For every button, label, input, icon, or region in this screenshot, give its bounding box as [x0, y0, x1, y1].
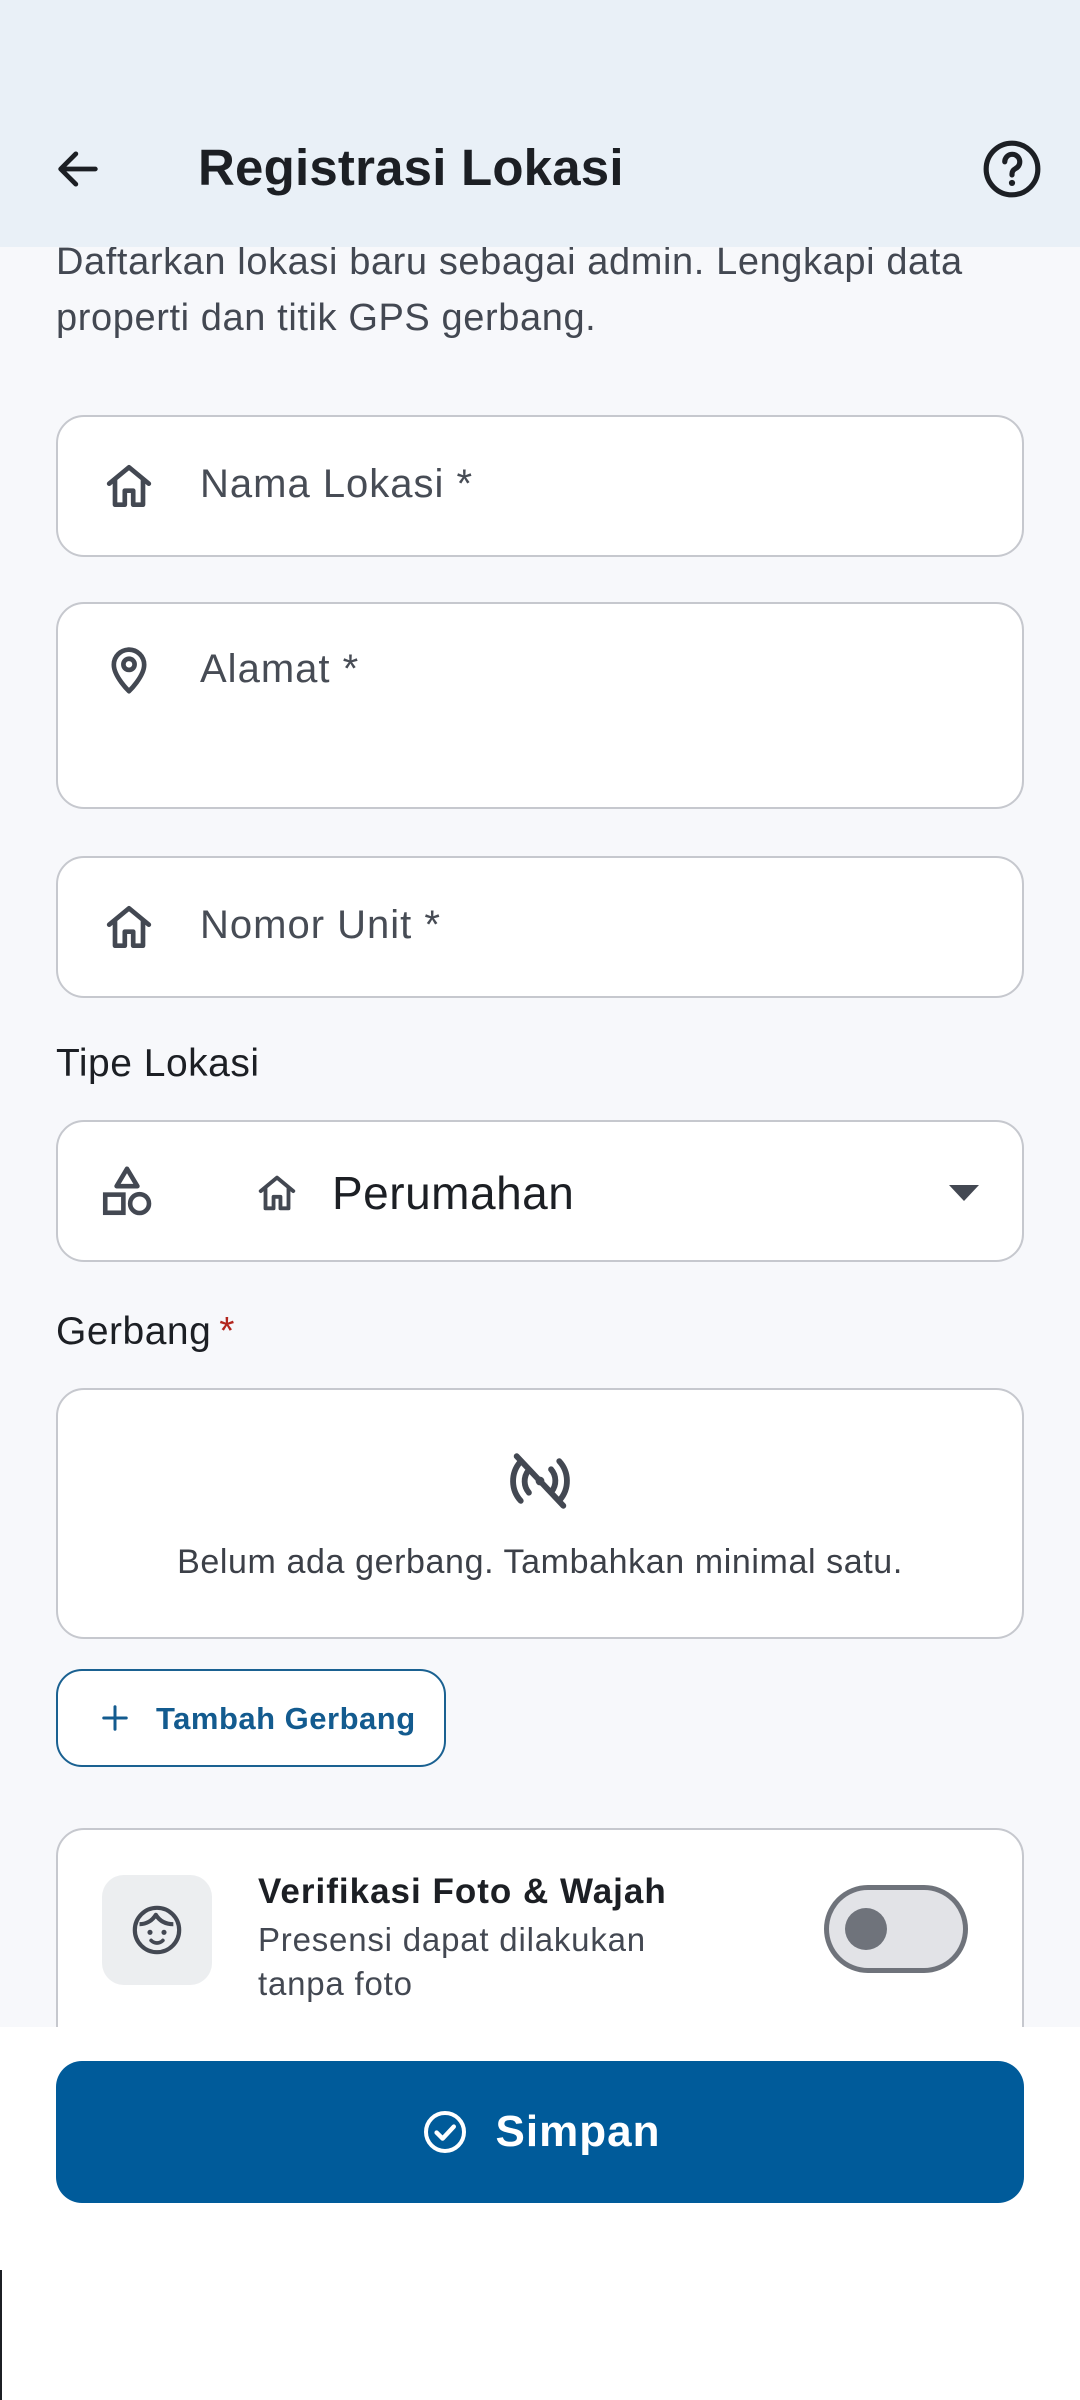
home-icon: [106, 465, 152, 507]
screen-edge-line: [0, 2270, 2, 2400]
toggle-knob: [845, 1908, 887, 1950]
unit-number-placeholder: Nomor Unit *: [200, 903, 441, 947]
arrow-back-icon: [58, 151, 98, 187]
verify-subtitle: Presensi dapat dilakukan tanpa foto: [258, 1921, 646, 2002]
location-type-value: Perumahan: [332, 1167, 575, 1219]
help-circle-icon: [983, 140, 1041, 198]
photo-verification-card: Verifikasi Foto & Wajah Presensi dapat d…: [56, 1828, 1024, 2027]
location-type-dropdown[interactable]: Perumahan: [56, 1120, 1024, 1262]
back-button[interactable]: [38, 125, 118, 213]
location-registration-screen: Registrasi Lokasi Daftarkan lokasi baru …: [0, 0, 1080, 2400]
shapes-icon: [102, 1166, 152, 1216]
bottom-action-bar: Simpan: [0, 2027, 1080, 2400]
help-button[interactable]: [968, 125, 1056, 213]
address-placeholder: Alamat *: [200, 647, 360, 691]
signal-off-icon: [510, 1453, 570, 1509]
home-icon: [106, 906, 152, 948]
location-type-label: Tipe Lokasi: [56, 1042, 260, 1085]
required-mark: *: [219, 1310, 235, 1353]
photo-verification-toggle[interactable]: [824, 1885, 968, 1973]
location-pin-icon: [111, 647, 147, 694]
add-gate-button[interactable]: Tambah Gerbang: [56, 1669, 446, 1767]
intro-text: Daftarkan lokasi baru sebagai admin. Len…: [56, 247, 963, 339]
save-label: Simpan: [495, 2107, 661, 2156]
unit-number-field[interactable]: Nomor Unit *: [56, 856, 1024, 998]
location-name-placeholder: Nama Lokasi *: [200, 462, 474, 506]
form-scroll-area[interactable]: Daftarkan lokasi baru sebagai admin. Len…: [0, 247, 1080, 2027]
gate-label: Gerbang *: [56, 1310, 235, 1354]
check-circle-icon: [423, 2111, 466, 2153]
top-app-bar: Registrasi Lokasi: [0, 0, 1080, 247]
dropdown-arrow-icon: [949, 1185, 979, 1201]
add-gate-label: Tambah Gerbang: [156, 1701, 416, 1736]
location-name-field[interactable]: Nama Lokasi *: [56, 415, 1024, 557]
face-icon: [132, 1905, 182, 1955]
address-field[interactable]: Alamat *: [56, 602, 1024, 809]
gate-empty-message: Belum ada gerbang. Tambahkan minimal sat…: [177, 1543, 903, 1581]
gate-label-text: Gerbang: [56, 1310, 212, 1353]
save-button[interactable]: Simpan: [56, 2061, 1024, 2203]
home-icon: [258, 1175, 296, 1211]
page-title: Registrasi Lokasi: [198, 139, 624, 196]
verify-title: Verifikasi Foto & Wajah: [258, 1872, 667, 1911]
gate-list-empty-state: Belum ada gerbang. Tambahkan minimal sat…: [56, 1388, 1024, 1639]
plus-icon: [102, 1705, 128, 1731]
